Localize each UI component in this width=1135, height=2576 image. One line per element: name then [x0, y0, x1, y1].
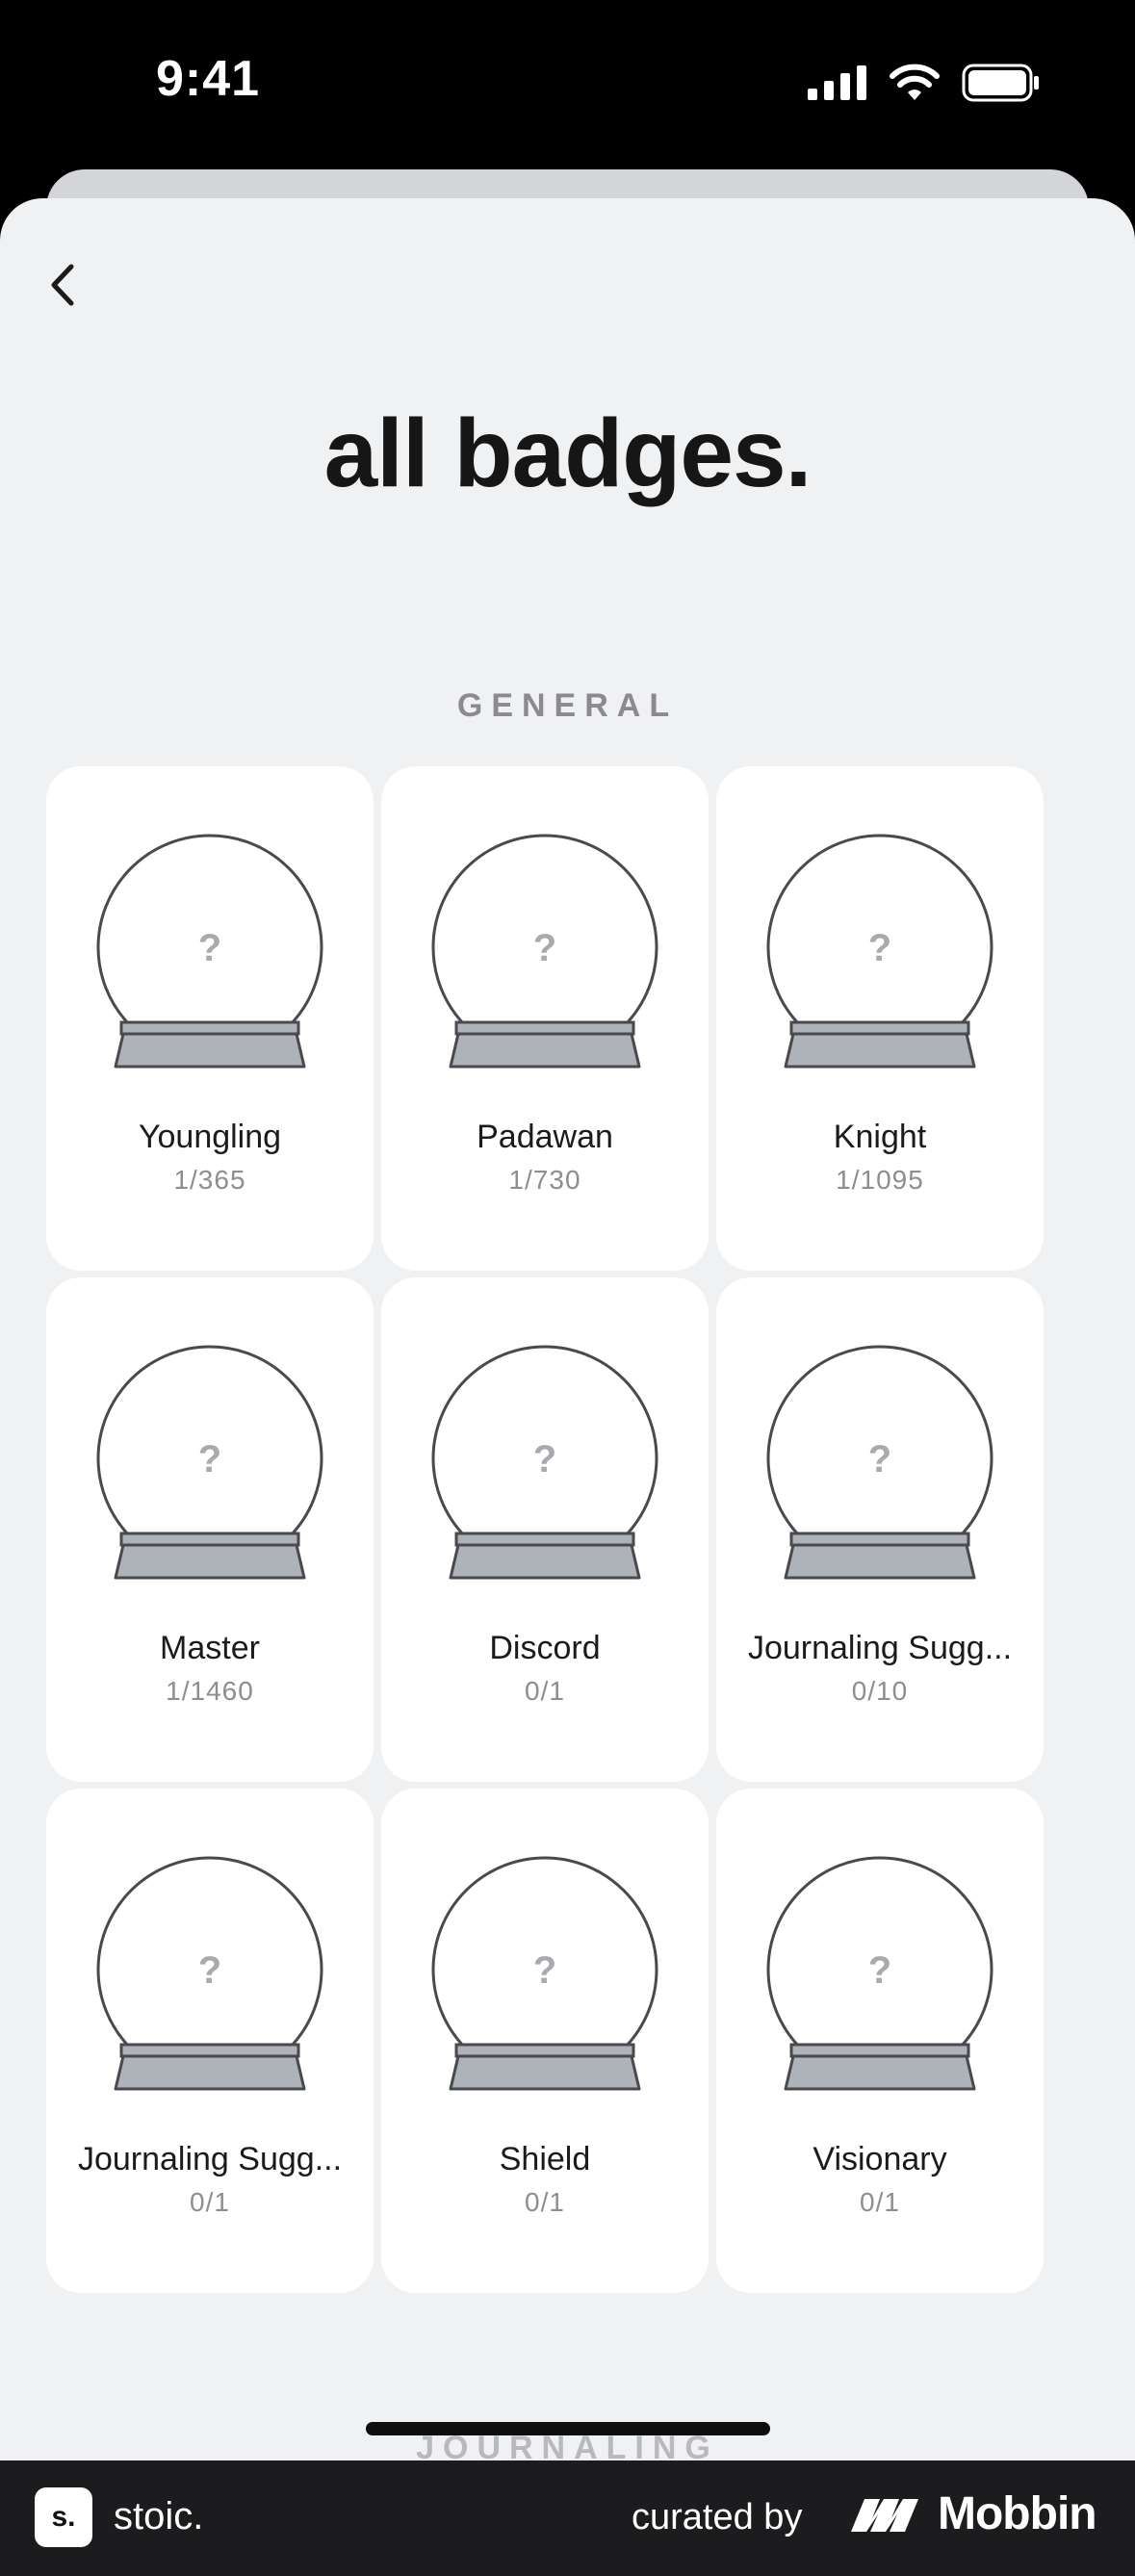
locked-badge-globe-icon: ?: [94, 834, 325, 1074]
locked-badge-globe-icon: ?: [764, 1345, 995, 1585]
svg-text:?: ?: [868, 1949, 891, 1992]
badge-progress: 1/730: [508, 1165, 581, 1195]
footer-bar: s. stoic. curated by Mobbin: [0, 2460, 1135, 2576]
badge-name: Discord: [489, 1630, 601, 1666]
badge-progress: 0/1: [525, 1676, 565, 1706]
mobbin-wordmark: Mobbin: [938, 2488, 1097, 2539]
back-button[interactable]: [39, 256, 87, 314]
badge-name: Padawan: [477, 1119, 613, 1155]
badge-progress: 0/1: [860, 2187, 900, 2217]
svg-text:?: ?: [868, 1438, 891, 1481]
svg-text:?: ?: [198, 927, 221, 969]
badge-card[interactable]: ? Padawan 1/730: [381, 766, 709, 1271]
badge-name: Journaling Sugg...: [77, 2141, 343, 2177]
badge-card[interactable]: ? Shield 0/1: [381, 1789, 709, 2293]
badge-card[interactable]: ? Knight 1/1095: [716, 766, 1044, 1271]
status-icons: [808, 64, 1041, 102]
badge-progress: 1/1460: [166, 1676, 254, 1706]
badge-name: Knight: [833, 1119, 927, 1155]
badge-card[interactable]: ? Journaling Sugg... 0/1: [46, 1789, 374, 2293]
badge-name: Visionary: [813, 2141, 947, 2177]
battery-icon: [962, 64, 1039, 102]
badges-sheet: all badges. GENERAL ? Youngling 1/365 ? P…: [0, 198, 1135, 2460]
section-label: GENERAL: [456, 687, 679, 724]
badge-card[interactable]: ? Youngling 1/365: [46, 766, 374, 1271]
badge-progress: 1/365: [173, 1165, 246, 1195]
locked-badge-globe-icon: ?: [429, 834, 660, 1074]
svg-text:?: ?: [198, 1438, 221, 1481]
badge-name: Journaling Sugg...: [747, 1630, 1013, 1666]
badge-name: Master: [160, 1630, 260, 1666]
locked-badge-globe-icon: ?: [429, 1856, 660, 2097]
curated-by-label: curated by: [632, 2497, 803, 2537]
locked-badge-globe-icon: ?: [429, 1345, 660, 1585]
app-logo: s.: [35, 2487, 92, 2547]
svg-text:?: ?: [533, 1949, 556, 1992]
svg-text:?: ?: [198, 1949, 221, 1992]
mobbin-brand: Mobbin: [851, 2487, 1097, 2540]
cellular-signal-icon: [808, 65, 866, 100]
badge-progress: 0/1: [190, 2187, 230, 2217]
chevron-left-icon: [51, 264, 74, 306]
badge-card[interactable]: ? Discord 0/1: [381, 1277, 709, 1782]
locked-badge-globe-icon: ?: [764, 834, 995, 1074]
app-name: stoic.: [114, 2495, 204, 2537]
home-indicator: [366, 2422, 770, 2435]
svg-text:?: ?: [533, 1438, 556, 1481]
mobbin-logo-icon: [851, 2498, 918, 2532]
locked-badge-globe-icon: ?: [94, 1856, 325, 2097]
badge-progress: 1/1095: [836, 1165, 924, 1195]
locked-badge-globe-icon: ?: [764, 1856, 995, 2097]
svg-text:?: ?: [533, 927, 556, 969]
locked-badge-globe-icon: ?: [94, 1345, 325, 1585]
svg-text:?: ?: [868, 927, 891, 969]
wifi-icon: [890, 64, 940, 100]
status-time: 9:41: [156, 51, 261, 107]
status-bar: 9:41: [0, 0, 1135, 164]
badge-name: Shield: [499, 2141, 591, 2177]
badge-progress: 0/1: [525, 2187, 565, 2217]
badge-grid: ? Youngling 1/365 ? Padawan 1/730 ? Knight…: [46, 766, 1045, 2293]
badge-card[interactable]: ? Journaling Sugg... 0/10: [716, 1277, 1044, 1782]
badge-card[interactable]: ? Visionary 0/1: [716, 1789, 1044, 2293]
badge-progress: 0/10: [851, 1676, 909, 1706]
badge-name: Youngling: [138, 1119, 282, 1155]
page-title: all badges.: [323, 399, 813, 507]
badge-card[interactable]: ? Master 1/1460: [46, 1277, 374, 1782]
